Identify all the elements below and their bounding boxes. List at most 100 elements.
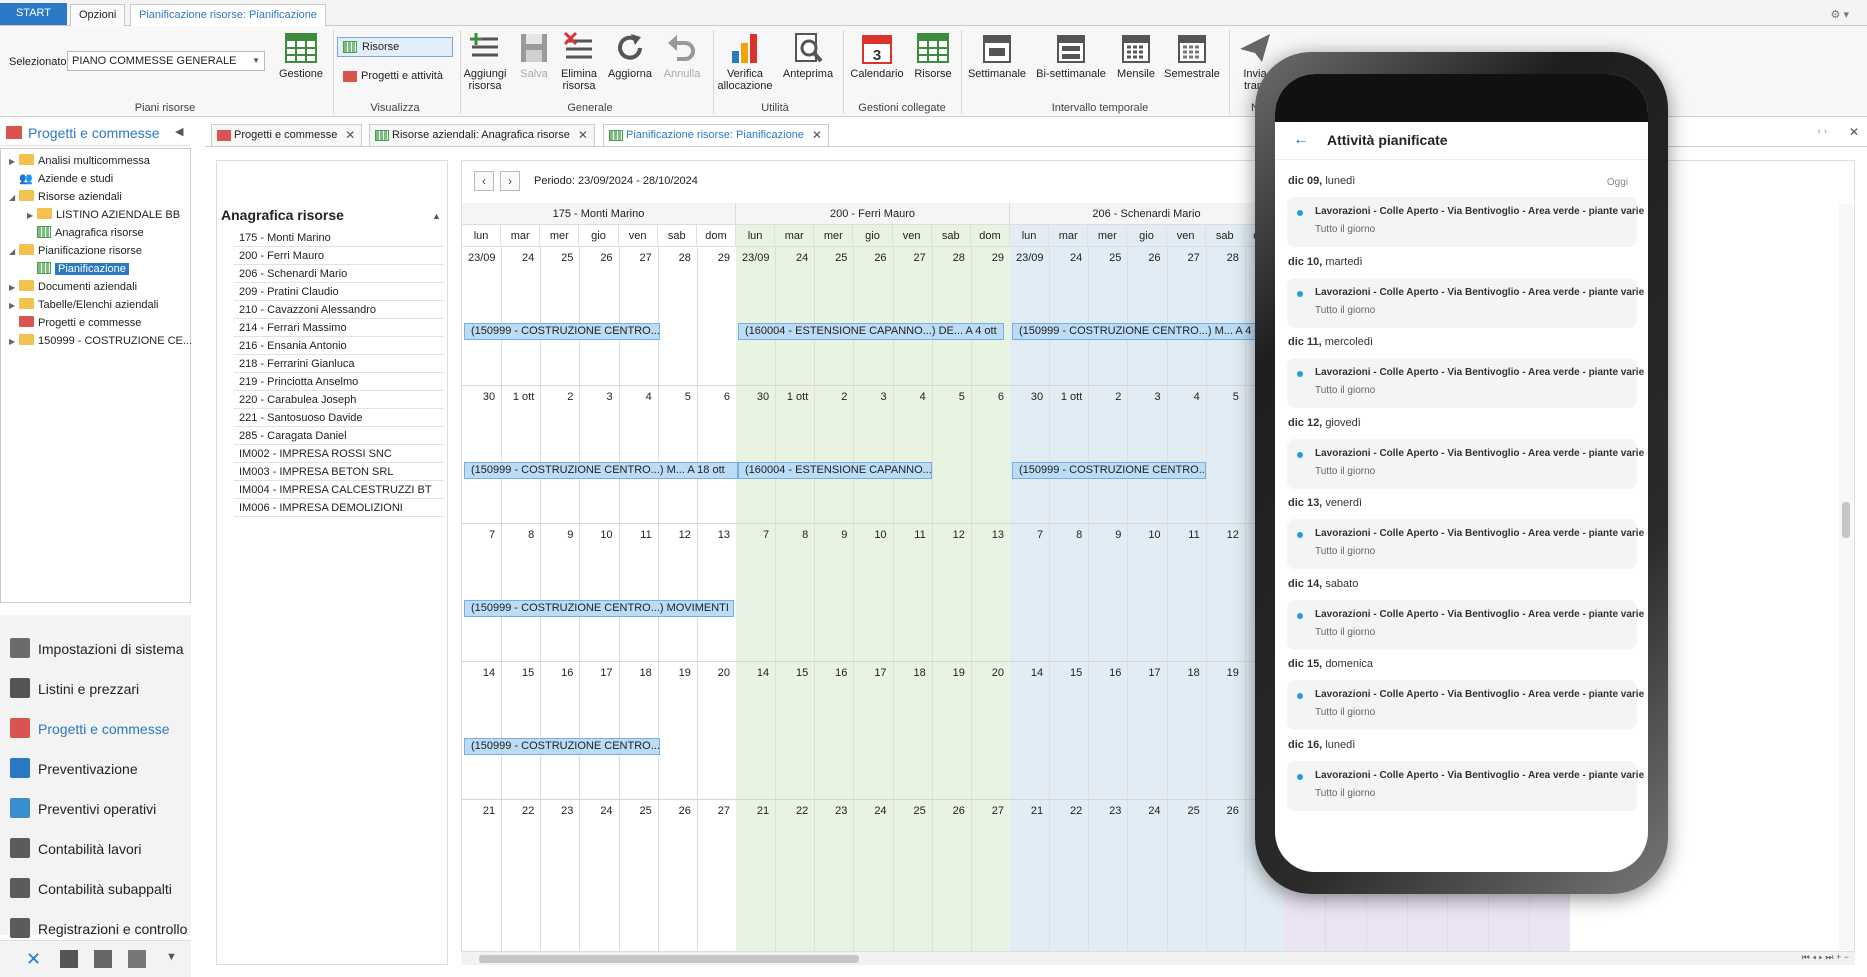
mensile-button[interactable]: Mensile: [1114, 31, 1158, 80]
activity-card[interactable]: Lavorazioni - Colle Aperto - Via Bentivo…: [1287, 438, 1644, 489]
week-row[interactable]: 23/09242526272829: [736, 247, 1010, 386]
week-row[interactable]: 14151617181920: [1010, 662, 1284, 800]
navigation-arrows-icon[interactable]: ⏮ ◂ ▸ ⏭ + −: [1802, 952, 1849, 963]
resource-row[interactable]: 218 - Ferrarini Gianluca: [234, 355, 444, 373]
resource-row[interactable]: 214 - Ferrari Massimo: [234, 319, 444, 337]
activity-card[interactable]: Lavorazioni - Colle Aperto - Via Bentivo…: [1287, 197, 1644, 247]
horizontal-scrollbar[interactable]: ⏮ ◂ ▸ ⏭ + −: [461, 951, 1855, 965]
resource-row[interactable]: 206 - Schenardi Mario: [234, 265, 444, 283]
settimanale-button[interactable]: Settimanale: [966, 31, 1028, 80]
resource-row[interactable]: 216 - Ensania Antonio: [234, 337, 444, 355]
elimina-risorsa-button[interactable]: Elimina risorsa: [558, 31, 600, 92]
nav-contabilita-subappalti[interactable]: Contabilità subappalti: [10, 875, 172, 903]
resource-row[interactable]: 200 - Ferri Mauro: [234, 247, 444, 265]
doctab-pianificazione[interactable]: Pianificazione risorse: Pianificazione ✕: [603, 124, 829, 146]
allocation-bar[interactable]: (150999 - COSTRUZIONE CENTRO...: [464, 738, 660, 755]
calendario-button[interactable]: 3 Calendario: [847, 31, 907, 80]
week-row[interactable]: 21222324252627: [736, 800, 1010, 958]
activity-card[interactable]: Lavorazioni - Colle Aperto - Via Bentivo…: [1287, 760, 1644, 811]
verifica-allocazione-button[interactable]: Verifica allocazione: [714, 31, 776, 92]
resource-row[interactable]: IM002 - IMPRESA ROSSI SNC: [234, 445, 444, 463]
week-row[interactable]: 14151617181920: [736, 662, 1010, 800]
gestione-button[interactable]: Gestione: [276, 31, 326, 80]
tab-start[interactable]: START: [0, 3, 67, 25]
tree-item-risorse-aziendali[interactable]: ◢ Risorse aziendali: [9, 189, 122, 206]
week-row[interactable]: 301 ott23456: [736, 386, 1010, 524]
nav-impostazioni[interactable]: Impostazioni di sistema: [10, 635, 184, 663]
activity-card[interactable]: Lavorazioni - Colle Aperto - Via Bentivo…: [1287, 680, 1644, 730]
resource-row[interactable]: 209 - Pratini Claudio: [234, 283, 444, 301]
back-arrow-icon[interactable]: ←: [1293, 131, 1309, 149]
doctab-anagrafica[interactable]: Risorse aziendali: Anagrafica risorse ✕: [369, 124, 595, 146]
week-row[interactable]: 78910111213: [1010, 524, 1284, 662]
sort-icon[interactable]: ▲: [432, 211, 441, 221]
progetti-attivita-button[interactable]: Progetti e attività: [337, 67, 453, 87]
close-icon[interactable]: ✕: [812, 125, 822, 146]
annulla-button[interactable]: Annulla: [659, 31, 705, 80]
activity-card[interactable]: Lavorazioni - Colle Aperto - Via Bentivo…: [1287, 519, 1644, 569]
week-row[interactable]: 23/09242526272829: [1010, 247, 1284, 386]
aggiorna-button[interactable]: Aggiorna: [605, 31, 655, 80]
resource-row[interactable]: 221 - Santosuoso Davide: [234, 409, 444, 427]
nav-listini[interactable]: Listini e prezzari: [10, 675, 139, 703]
activity-card[interactable]: Lavorazioni - Colle Aperto - Via Bentivo…: [1287, 599, 1644, 650]
settings-icon[interactable]: ⚙ ▾: [1823, 5, 1857, 27]
week-row[interactable]: 23/09242526272829: [462, 247, 736, 386]
resource-row[interactable]: 210 - Cavazzoni Alessandro: [234, 301, 444, 319]
allocation-bar[interactable]: (150999 - COSTRUZIONE CENTRO...) MOVIMEN…: [464, 600, 734, 617]
week-row[interactable]: 21222324252627: [1010, 800, 1284, 958]
list-icon[interactable]: [60, 950, 78, 968]
tree-item-aziende[interactable]: 👥 Aziende e studi: [9, 171, 113, 188]
worker-icon[interactable]: [128, 950, 146, 968]
next-period-button[interactable]: ›: [500, 171, 520, 191]
vertical-scrollbar[interactable]: [1839, 204, 1853, 950]
tree-item-analisi[interactable]: ▶ Analisi multicommessa: [9, 153, 150, 170]
chevron-down-icon[interactable]: ▼: [166, 951, 177, 963]
salva-button[interactable]: Salva: [514, 31, 554, 80]
tab-opzioni[interactable]: Opzioni: [70, 4, 126, 26]
resource-row[interactable]: IM004 - IMPRESA CALCESTRUZZI BT: [234, 481, 444, 499]
week-row[interactable]: 21222324252627: [462, 800, 736, 958]
nav-progetti[interactable]: Progetti e commesse: [10, 715, 170, 743]
scroll-thumb[interactable]: [479, 955, 859, 963]
resource-row[interactable]: IM006 - IMPRESA DEMOLIZIONI: [234, 499, 444, 517]
resource-row[interactable]: 285 - Caragata Daniel: [234, 427, 444, 445]
activity-card[interactable]: Lavorazioni - Colle Aperto - Via Bentivo…: [1287, 358, 1644, 408]
tools-icon[interactable]: ✕: [26, 949, 41, 970]
nav-registrazioni[interactable]: Registrazioni e controllo: [10, 915, 187, 943]
allocation-bar[interactable]: (160004 - ESTENSIONE CAPANNO...: [738, 462, 932, 479]
week-row[interactable]: 78910111213: [736, 524, 1010, 662]
prev-period-button[interactable]: ‹: [474, 171, 494, 191]
allocation-bar[interactable]: (160004 - ESTENSIONE CAPANNO...) DE... A…: [738, 323, 1004, 340]
close-icon[interactable]: ✕: [1849, 125, 1859, 139]
aggiungi-risorsa-button[interactable]: Aggiungi risorsa: [461, 31, 509, 92]
collapse-icon[interactable]: ◀: [175, 125, 183, 138]
resource-row[interactable]: 220 - Carabulea Joseph: [234, 391, 444, 409]
tree-item-pianificazione[interactable]: Pianificazione: [27, 261, 129, 278]
image-icon[interactable]: [94, 950, 112, 968]
tab-pianificazione[interactable]: Pianificazione risorse: Pianificazione: [130, 4, 326, 26]
week-row[interactable]: 78910111213: [462, 524, 736, 662]
allocation-bar[interactable]: (150999 - COSTRUZIONE CENTRO...: [464, 323, 660, 340]
tree-item-tabelle[interactable]: ▶ Tabelle/Elenchi aziendali: [9, 297, 158, 314]
week-row[interactable]: 14151617181920: [462, 662, 736, 800]
tree-item-anagrafica[interactable]: Anagrafica risorse: [27, 225, 144, 242]
semestrale-button[interactable]: Semestrale: [1163, 31, 1221, 80]
tree-item-listino[interactable]: ▶ LISTINO AZIENDALE BB: [27, 207, 180, 224]
nav-preventivazione[interactable]: Preventivazione: [10, 755, 138, 783]
anteprima-button[interactable]: Anteprima: [780, 31, 836, 80]
allocation-bar[interactable]: (150999 - COSTRUZIONE CENTRO...) M... A …: [464, 462, 738, 479]
bisettimanale-button[interactable]: Bi-settimanale: [1035, 31, 1107, 80]
risorse-button[interactable]: Risorse: [912, 31, 954, 80]
tree-item-pianificazione-risorse[interactable]: ◢ Pianificazione risorse: [9, 243, 142, 260]
resource-row[interactable]: IM003 - IMPRESA BETON SRL: [234, 463, 444, 481]
close-icon[interactable]: ✕: [345, 125, 355, 146]
week-row[interactable]: 301 ott23456: [462, 386, 736, 524]
scroll-tabs-icon[interactable]: ‹ ›: [1818, 126, 1827, 137]
tree-item-150999[interactable]: ▶ 150999 - COSTRUZIONE CE...: [9, 333, 192, 350]
resource-row[interactable]: 219 - Princiotta Anselmo: [234, 373, 444, 391]
scroll-thumb[interactable]: [1842, 502, 1850, 538]
week-row[interactable]: 301 ott23456: [1010, 386, 1284, 524]
nav-contabilita-lavori[interactable]: Contabilità lavori: [10, 835, 142, 863]
tree-item-progetti[interactable]: Progetti e commesse: [9, 315, 141, 332]
